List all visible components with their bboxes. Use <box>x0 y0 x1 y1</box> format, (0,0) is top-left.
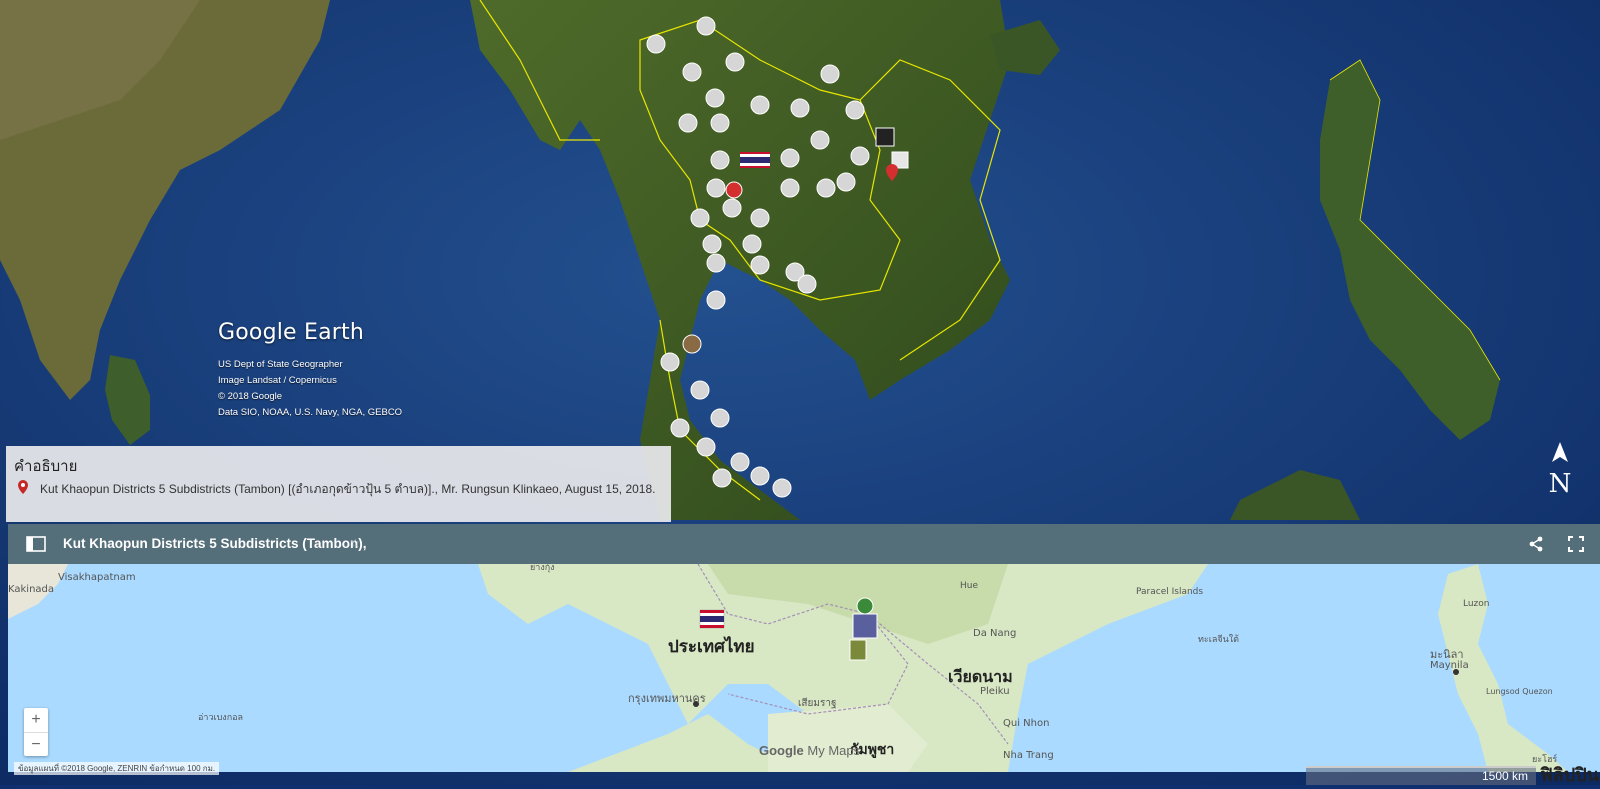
map-label: เสียมราฐ <box>798 697 836 709</box>
legend-toggle-icon[interactable] <box>26 536 46 552</box>
map-label: Qui Nhon <box>1003 718 1049 729</box>
description-title: คำอธิบาย <box>14 458 78 475</box>
earth-credits: US Dept of State Geographer Image Landsa… <box>218 357 402 421</box>
earth-scale-bar: 1500 km <box>1306 766 1536 785</box>
map-label: Visakhapatnam <box>58 572 136 583</box>
placemark-red <box>725 181 743 199</box>
map-label: Maynila <box>1430 660 1469 671</box>
map-label: Hue <box>960 581 978 591</box>
zoom-in-button[interactable]: + <box>24 708 48 732</box>
description-text[interactable]: Kut Khaopun Districts 5 Subdistricts (Ta… <box>40 480 655 499</box>
fullscreen-icon[interactable] <box>1568 536 1584 552</box>
mymaps-logo-text: My Maps <box>807 743 861 758</box>
description-panel: คำอธิบาย Kut Khaopun Districts 5 Subdist… <box>6 446 671 522</box>
thailand-flag-marker <box>699 609 725 629</box>
map-attribution[interactable]: ข้อมูลแผนที่ ©2018 Google, ZENRIN ข้อกำห… <box>14 762 220 775</box>
map-label: Da Nang <box>973 628 1016 639</box>
map-label: Kakinada <box>8 584 54 595</box>
map-label: Lungsod Quezon <box>1486 687 1553 696</box>
mymaps-header: Kut Khaopun Districts 5 Subdistricts (Ta… <box>8 524 1600 564</box>
zoom-control: + − <box>24 708 48 756</box>
map-label: กรุงเทพมหานคร <box>628 692 706 705</box>
google-mymaps-logo: Google My Maps <box>759 743 860 758</box>
placemark-brown <box>682 334 702 354</box>
map-label: Pleiku <box>980 686 1010 697</box>
mymaps-map[interactable]: ประเทศไทยเวียดนามกัมพูชากรุงเทพมหานครVis… <box>8 564 1600 772</box>
map-pin-icon <box>18 480 28 494</box>
zoom-out-button[interactable]: − <box>24 733 48 757</box>
google-logo-text: Google <box>759 743 804 758</box>
placemark-photo-2 <box>849 639 867 661</box>
compass-icon[interactable]: N <box>1545 440 1575 500</box>
credit-line: © 2018 Google <box>218 391 283 402</box>
share-icon[interactable] <box>1528 536 1544 552</box>
map-label: อ่าวเบงกอล <box>198 713 243 723</box>
compass-letter: N <box>1549 469 1572 499</box>
credit-line: Image Landsat / Copernicus <box>218 375 337 386</box>
map-label: ประเทศไทย <box>668 636 755 657</box>
star-icon[interactable]: ☆ <box>350 536 361 550</box>
placemark-green <box>856 597 874 615</box>
map-label: Luzon <box>1463 599 1490 609</box>
credit-line: Data SIO, NOAA, U.S. Navy, NGA, GEBCO <box>218 407 403 418</box>
map-label: Nha Trang <box>1003 750 1054 761</box>
placemark-square <box>875 127 895 147</box>
placemark-photo <box>852 613 878 639</box>
google-earth-logo: Google Earth <box>218 320 364 345</box>
map-label: เวียดนาม <box>948 667 1013 686</box>
map-label: ย่างกุ้ง <box>530 564 555 573</box>
mymaps-title: Kut Khaopun Districts 5 Subdistricts (Ta… <box>63 536 367 551</box>
map-label: Paracel Islands <box>1136 587 1203 597</box>
credit-line: US Dept of State Geographer <box>218 359 343 370</box>
map-label: ทะเลจีนใต้ <box>1198 634 1239 645</box>
